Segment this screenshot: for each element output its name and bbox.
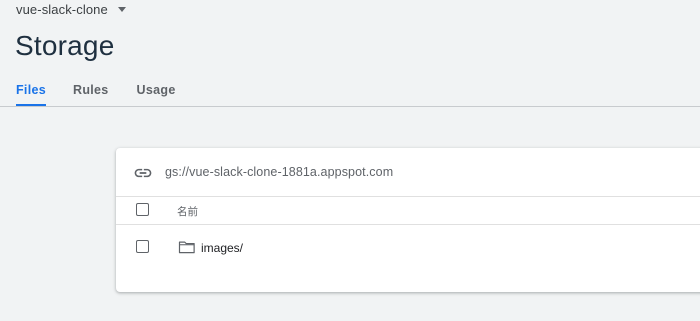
table-header-row: 名前: [116, 196, 700, 225]
file-browser-card: gs://vue-slack-clone-1881a.appspot.com 名…: [116, 148, 700, 292]
select-all-checkbox[interactable]: [136, 203, 149, 216]
file-name[interactable]: images/: [201, 241, 243, 255]
tab-usage[interactable]: Usage: [137, 72, 176, 105]
bucket-path[interactable]: gs://vue-slack-clone-1881a.appspot.com: [165, 165, 393, 179]
tab-bar: Files Rules Usage: [0, 72, 700, 107]
tab-files[interactable]: Files: [16, 72, 46, 106]
caret-down-icon: [117, 7, 126, 12]
link-icon[interactable]: [133, 163, 153, 183]
column-header-name[interactable]: 名前: [177, 204, 198, 219]
folder-icon: [178, 241, 195, 254]
row-checkbox[interactable]: [136, 240, 149, 253]
tab-rules[interactable]: Rules: [73, 72, 109, 105]
project-name: vue-slack-clone: [16, 1, 108, 17]
bucket-path-bar: gs://vue-slack-clone-1881a.appspot.com: [116, 148, 700, 197]
project-switcher[interactable]: vue-slack-clone: [16, 0, 126, 18]
table-row[interactable]: images/: [116, 225, 700, 267]
page-title: Storage: [15, 30, 115, 61]
